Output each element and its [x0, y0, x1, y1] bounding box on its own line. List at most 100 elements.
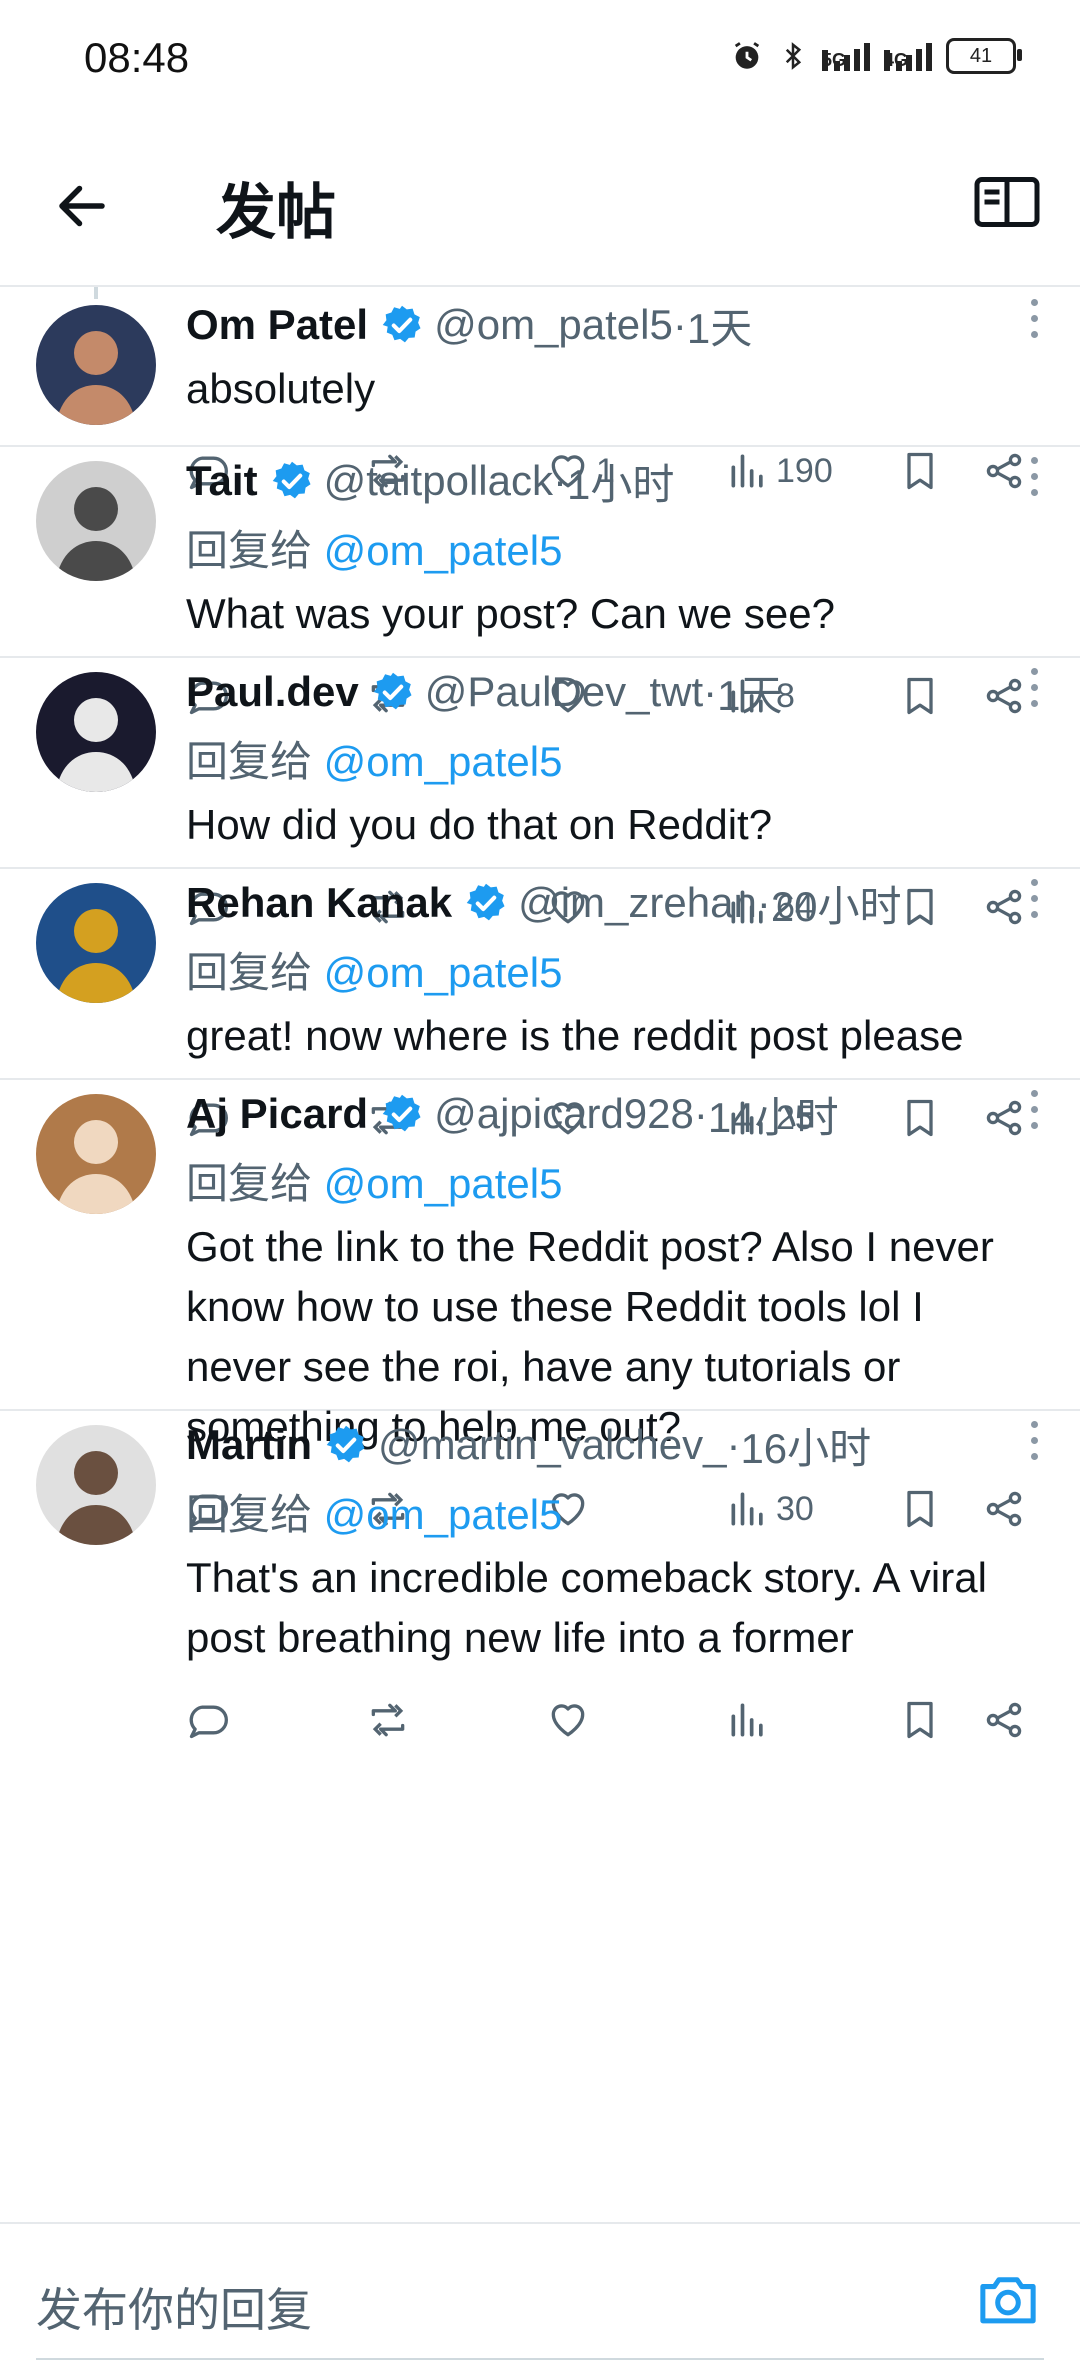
avatar[interactable]: [36, 883, 156, 1003]
avatar[interactable]: [36, 672, 156, 792]
views-button[interactable]: [726, 1698, 776, 1742]
reply-text: How did you do that on Reddit?: [186, 801, 773, 848]
replying-prefix: 回复给: [186, 949, 324, 996]
replying-to-handle[interactable]: @om_patel5: [324, 1160, 563, 1207]
signal-4g-icon: 4G: [884, 41, 932, 71]
author-name[interactable]: Rehan Kanak: [186, 879, 452, 927]
like-button[interactable]: [546, 1698, 596, 1742]
avatar-image: [56, 331, 136, 425]
more-options-icon[interactable]: [1028, 879, 1040, 923]
verified-badge-icon: [382, 305, 421, 343]
author-handle[interactable]: @PaulDev_twt: [425, 668, 703, 716]
bluetooth-icon: [785, 42, 802, 70]
replying-to-handle[interactable]: @om_patel5: [324, 527, 563, 574]
reply-input[interactable]: 发布你的回复: [36, 2274, 312, 2340]
replying-prefix: 回复给: [186, 527, 324, 574]
reply-header: Martin @martin_valchev_ · 16小时: [186, 1417, 1040, 1473]
avatar-image: [56, 1120, 136, 1214]
more-options-icon[interactable]: [1028, 668, 1040, 712]
reply-header: Tait @taitpollack · 1小时: [186, 453, 1040, 509]
replying-prefix: 回复给: [186, 1491, 324, 1538]
verified-badge-icon: [326, 1425, 365, 1463]
more-options-icon[interactable]: [1028, 1090, 1040, 1134]
reply-icon: [189, 1705, 228, 1739]
bookmark-icon: [907, 1701, 933, 1739]
reply-item[interactable]: Aj Picard @ajpicard928 · 14小时回复给 @om_pate…: [0, 1078, 1080, 1528]
reply-item[interactable]: Tait @taitpollack · 1小时 回复给 @om_patel5 What…: [0, 445, 1080, 715]
signal-5g-icon: 5G: [822, 41, 870, 71]
author-handle[interactable]: @martin_valchev_: [378, 1421, 726, 1469]
like-icon: [551, 1704, 585, 1737]
top-app-bar: 发帖: [0, 120, 1080, 287]
replying-to: 回复给 @om_patel5: [186, 1150, 1040, 1211]
retweet-icon: [371, 1703, 405, 1737]
separator-dot: ·: [693, 1090, 708, 1137]
share-button[interactable]: [982, 1698, 1026, 1742]
author-name[interactable]: Aj Picard: [186, 1090, 368, 1138]
reply-item[interactable]: Om Patel @om_patel5 · 1天 absolutely 1 190: [0, 287, 1080, 490]
author-handle[interactable]: @ajpicard928: [434, 1090, 694, 1138]
page-title: 发帖: [216, 179, 336, 246]
author-handle[interactable]: @om_patel5: [434, 301, 673, 349]
status-time: 08:48: [84, 34, 190, 81]
reply-header: Paul.dev @PaulDev_twt · 1天: [186, 664, 1040, 720]
reply-text: That's an incredible comeback story. A v…: [186, 1554, 987, 1661]
status-icons: 5G 4G 41: [730, 34, 1022, 78]
reader-mode-icon[interactable]: [972, 172, 1042, 232]
avatar[interactable]: [36, 461, 156, 581]
replying-prefix: 回复给: [186, 1160, 324, 1207]
reply-text: absolutely: [186, 365, 376, 412]
more-options-icon[interactable]: [1028, 457, 1040, 501]
reply-item[interactable]: Rehan Kanak @im_zrehan · 20小时回复给 @om_pate…: [0, 867, 1080, 1137]
replying-to: 回复给 @om_patel5: [186, 517, 1040, 578]
author-handle[interactable]: @im_zrehan: [518, 879, 757, 927]
battery-level: 41: [969, 44, 993, 67]
reply-header: Aj Picard @ajpicard928 · 14小时: [186, 1086, 1040, 1142]
reply-item[interactable]: Martin @martin_valchev_ · 16小时 回复给 @om_pat…: [0, 1409, 1080, 1739]
post-time: 14小时: [707, 1093, 839, 1141]
separator-dot: ·: [756, 879, 771, 926]
verified-badge-icon: [382, 1094, 421, 1132]
replying-to: 回复给 @om_patel5: [186, 939, 1040, 1000]
reply-button[interactable]: [186, 1698, 230, 1742]
more-options-icon[interactable]: [1028, 299, 1040, 343]
reply-header: Rehan Kanak @im_zrehan · 20小时: [186, 875, 1040, 931]
separator-dot: ·: [552, 457, 567, 504]
replying-to-handle[interactable]: @om_patel5: [324, 949, 563, 996]
replying-to-handle[interactable]: @om_patel5: [324, 738, 563, 785]
bookmark-button[interactable]: [898, 1698, 942, 1742]
reply-header: Om Patel @om_patel5 · 1天: [186, 297, 1040, 353]
author-name[interactable]: Tait: [186, 457, 258, 505]
avatar-image: [56, 909, 136, 1003]
post-time: 1天: [717, 671, 783, 719]
reply-composer[interactable]: 发布你的回复: [0, 2222, 1080, 2378]
action-bar: [186, 1688, 1040, 1752]
replying-to-handle[interactable]: @om_patel5: [324, 1491, 563, 1538]
camera-icon[interactable]: [976, 2268, 1040, 2328]
avatar[interactable]: [36, 305, 156, 425]
reply-text: great! now where is the reddit post plea…: [186, 1012, 964, 1059]
separator-dot: ·: [672, 301, 687, 348]
more-options-icon[interactable]: [1028, 1421, 1040, 1465]
author-name[interactable]: Om Patel: [186, 301, 368, 349]
avatar[interactable]: [36, 1094, 156, 1214]
retweet-button[interactable]: [366, 1698, 410, 1742]
battery-icon: 41: [946, 38, 1022, 74]
composer-underline: [36, 2358, 1044, 2360]
replies-feed[interactable]: Om Patel @om_patel5 · 1天 absolutely 1 190 Tai…: [0, 287, 1080, 2222]
replying-to: 回复给 @om_patel5: [186, 1481, 1040, 1542]
back-arrow-icon[interactable]: [52, 176, 112, 236]
reply-item[interactable]: Paul.dev @PaulDev_twt · 1天回复给 @om_patel5 H…: [0, 656, 1080, 926]
author-name[interactable]: Paul.dev: [186, 668, 359, 716]
reply-text: What was your post? Can we see?: [186, 590, 835, 637]
author-name[interactable]: Martin: [186, 1421, 312, 1469]
post-time: 1天: [686, 304, 753, 352]
avatar-image: [56, 1451, 136, 1545]
post-time: 20小时: [770, 882, 902, 930]
author-handle[interactable]: @taitpollack: [324, 457, 553, 505]
alarm-icon: [734, 42, 760, 69]
status-bar: 08:48 5G 4G 41: [0, 0, 1080, 120]
replying-prefix: 回复给: [186, 738, 324, 785]
avatar[interactable]: [36, 1425, 156, 1545]
separator-dot: ·: [703, 668, 718, 715]
